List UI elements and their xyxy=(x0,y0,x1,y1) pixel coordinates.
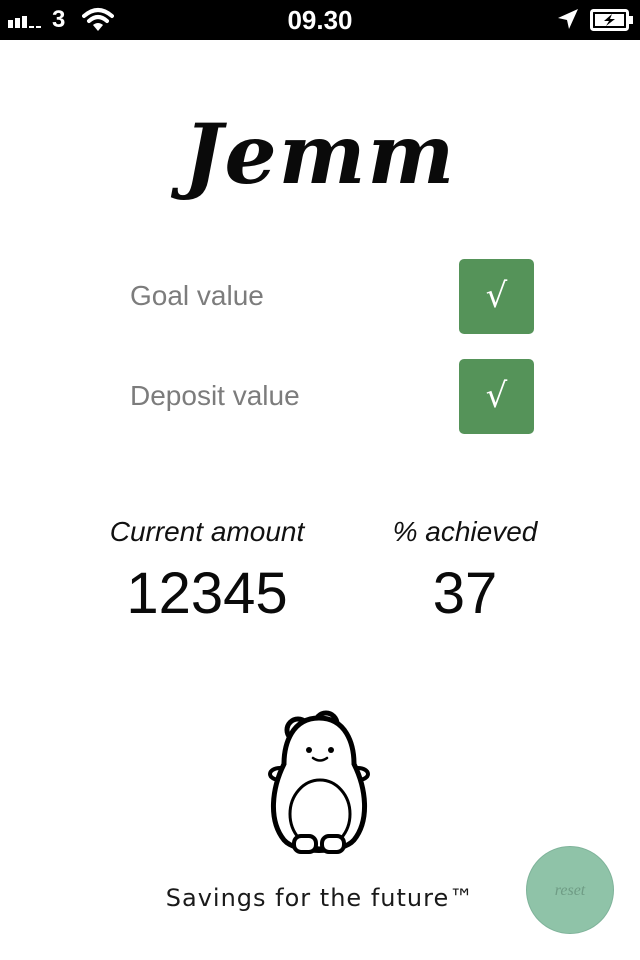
deposit-value-button[interactable]: √ xyxy=(459,359,534,434)
app-logo: Jemm xyxy=(183,107,457,203)
goal-value-button[interactable]: √ xyxy=(459,259,534,334)
app-screen: 3 09.30 Jemm Goal value √ Deposit value … xyxy=(0,0,640,960)
location-icon xyxy=(558,9,578,29)
battery-icon xyxy=(590,9,633,31)
goal-value-label: Goal value xyxy=(130,280,264,311)
percent-achieved-label: % achieved xyxy=(392,516,538,547)
status-time: 09.30 xyxy=(287,5,353,35)
bear-mascot-icon xyxy=(268,710,370,854)
status-bar: 3 09.30 xyxy=(0,0,640,40)
deposit-value-label: Deposit value xyxy=(130,380,300,411)
percent-achieved-value: 37 xyxy=(432,561,498,626)
current-amount-value: 12345 xyxy=(126,561,288,626)
current-amount-label: Current amount xyxy=(109,516,305,547)
reset-button[interactable]: reset xyxy=(526,846,614,934)
